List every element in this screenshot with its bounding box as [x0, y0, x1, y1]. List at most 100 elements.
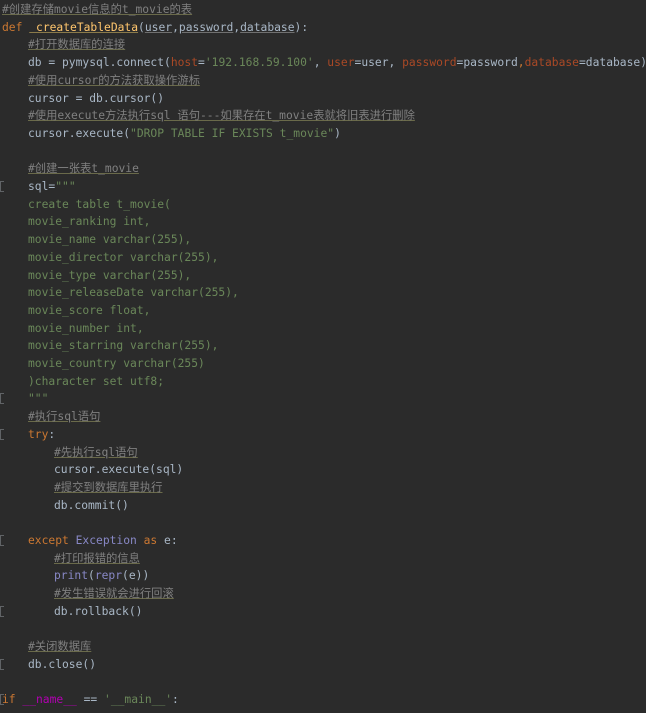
code-line[interactable]: print(repr(e)) [0, 567, 646, 585]
code-token: except [28, 534, 76, 547]
code-token: def [2, 20, 30, 34]
code-line[interactable]: cursor.execute("DROP TABLE IF EXISTS t_m… [0, 125, 646, 143]
code-text: sql=""" [28, 178, 76, 196]
code-token: '__main__' [104, 693, 173, 707]
code-token: , [517, 56, 525, 70]
code-line[interactable]: if __name__ == '__main__': [0, 691, 646, 709]
code-text: db.commit() [54, 497, 129, 515]
code-token: #使用cursor的方法获取操作游标 [28, 73, 200, 87]
code-token: = [198, 56, 205, 70]
code-token: movie_score float, [28, 303, 151, 317]
code-line[interactable]: #提交到数据库里执行 [0, 479, 646, 497]
code-line[interactable]: def createTableData(user,password,databa… [0, 19, 646, 37]
code-text: movie_name varchar(255), [28, 231, 191, 249]
code-token: cursor = db.cursor() [28, 91, 165, 105]
code-text: #打开数据库的连接 [28, 36, 125, 54]
code-line[interactable]: cursor = db.cursor() [0, 90, 646, 108]
code-line[interactable]: #打印报错的信息 [0, 550, 646, 568]
code-line[interactable]: sql=""" [0, 178, 646, 196]
code-token: password [178, 20, 234, 34]
code-token: as [143, 534, 165, 547]
fold-marker-icon[interactable] [0, 393, 4, 405]
code-token: e: [164, 534, 178, 547]
code-line[interactable]: create table t_movie( [0, 196, 646, 214]
code-text: movie_score float, [28, 302, 150, 320]
code-text: #提交到数据库里执行 [54, 479, 162, 497]
code-line[interactable]: cursor.execute(sql) [0, 461, 646, 479]
code-text: movie_type varchar(255), [28, 267, 191, 285]
code-token: (e)) [122, 569, 150, 583]
code-text: except Exception as e: [28, 532, 178, 550]
code-token: db.close() [28, 657, 97, 671]
code-line[interactable]: #关闭数据库 [0, 638, 646, 656]
code-line[interactable]: #创建一张表t_movie [0, 160, 646, 178]
code-line[interactable]: movie_ranking int, [0, 213, 646, 231]
code-token: #创建存储movie信息的t_movie的表 [2, 3, 193, 16]
code-line[interactable] [0, 514, 646, 532]
code-text: db.rollback() [54, 603, 142, 621]
code-token: #执行sql语句 [28, 410, 101, 424]
code-token: movie_director varchar(255), [28, 250, 219, 264]
code-line[interactable]: #创建存储movie信息的t_movie的表 [0, 1, 646, 19]
fold-marker-icon[interactable] [0, 658, 4, 670]
code-text: #关闭数据库 [28, 638, 91, 656]
code-line[interactable]: db.rollback() [0, 603, 646, 621]
fold-marker-icon[interactable] [0, 181, 4, 192]
code-text: movie_director varchar(255), [28, 249, 218, 267]
code-line[interactable] [0, 621, 646, 639]
code-token: : [172, 693, 179, 707]
code-line[interactable]: #打开数据库的连接 [0, 36, 646, 54]
code-token: == [83, 693, 105, 707]
code-line[interactable]: db.commit() [0, 497, 646, 515]
code-text: movie_ranking int, [28, 213, 150, 231]
code-token: print [54, 569, 89, 583]
code-token: Exception [75, 534, 144, 547]
code-line[interactable]: #发生错误就会进行回滚 [0, 585, 646, 603]
code-line[interactable]: except Exception as e: [0, 532, 646, 550]
fold-marker-icon[interactable] [0, 535, 4, 546]
code-token: createTableData [29, 20, 139, 34]
code-token: db = pymysql.connect( [28, 56, 171, 70]
code-token: sql [28, 180, 49, 193]
code-text: movie_releaseDate varchar(255), [28, 284, 239, 302]
code-line[interactable]: db = pymysql.connect(host='192.168.59.10… [0, 54, 646, 72]
code-token: #关闭数据库 [28, 640, 92, 654]
code-editor[interactable]: #创建存储movie信息的t_movie的表def createTableDat… [0, 0, 646, 713]
code-line[interactable]: movie_releaseDate varchar(255), [0, 284, 646, 302]
code-token: user [144, 20, 173, 34]
code-token: )character set utf8; [28, 374, 165, 388]
code-text: cursor.execute(sql) [54, 461, 183, 479]
code-line[interactable]: #使用cursor的方法获取操作游标 [0, 72, 646, 90]
code-token: cursor.execute( [28, 126, 131, 140]
code-line[interactable]: movie_number int, [0, 320, 646, 338]
code-line[interactable]: #使用execute方法执行sql 语句---如果存在t_movie表就将旧表进… [0, 107, 646, 125]
code-line[interactable] [0, 674, 646, 692]
code-line[interactable]: #先执行sql语句 [0, 444, 646, 462]
code-token: movie_name varchar(255), [28, 233, 192, 247]
code-token: """ [28, 392, 49, 406]
code-token: =database) [579, 56, 646, 70]
code-line[interactable]: db.close() [0, 656, 646, 674]
code-line[interactable]: movie_director varchar(255), [0, 249, 646, 267]
code-line[interactable]: movie_type varchar(255), [0, 267, 646, 285]
code-token: cursor.execute(sql) [54, 463, 184, 477]
code-token: ): [294, 20, 309, 34]
code-line[interactable]: movie_name varchar(255), [0, 231, 646, 249]
code-line[interactable]: #执行sql语句 [0, 408, 646, 426]
code-line[interactable] [0, 143, 646, 161]
code-line[interactable]: )character set utf8; [0, 373, 646, 391]
fold-marker-icon[interactable] [0, 428, 4, 440]
code-line[interactable]: """ [0, 390, 646, 408]
fold-marker-icon[interactable] [0, 605, 4, 617]
code-line[interactable]: try: [0, 426, 646, 444]
code-token: movie_number int, [28, 321, 144, 335]
code-line[interactable]: movie_score float, [0, 302, 646, 320]
code-token: : [48, 427, 56, 441]
code-text: db.close() [28, 656, 96, 674]
code-token: host [170, 56, 199, 70]
code-line[interactable]: movie_country varchar(255) [0, 355, 646, 373]
code-text: #先执行sql语句 [54, 444, 138, 462]
code-line[interactable]: movie_starring varchar(255), [0, 337, 646, 355]
code-token: if [2, 693, 23, 707]
code-token: ( [138, 20, 145, 34]
